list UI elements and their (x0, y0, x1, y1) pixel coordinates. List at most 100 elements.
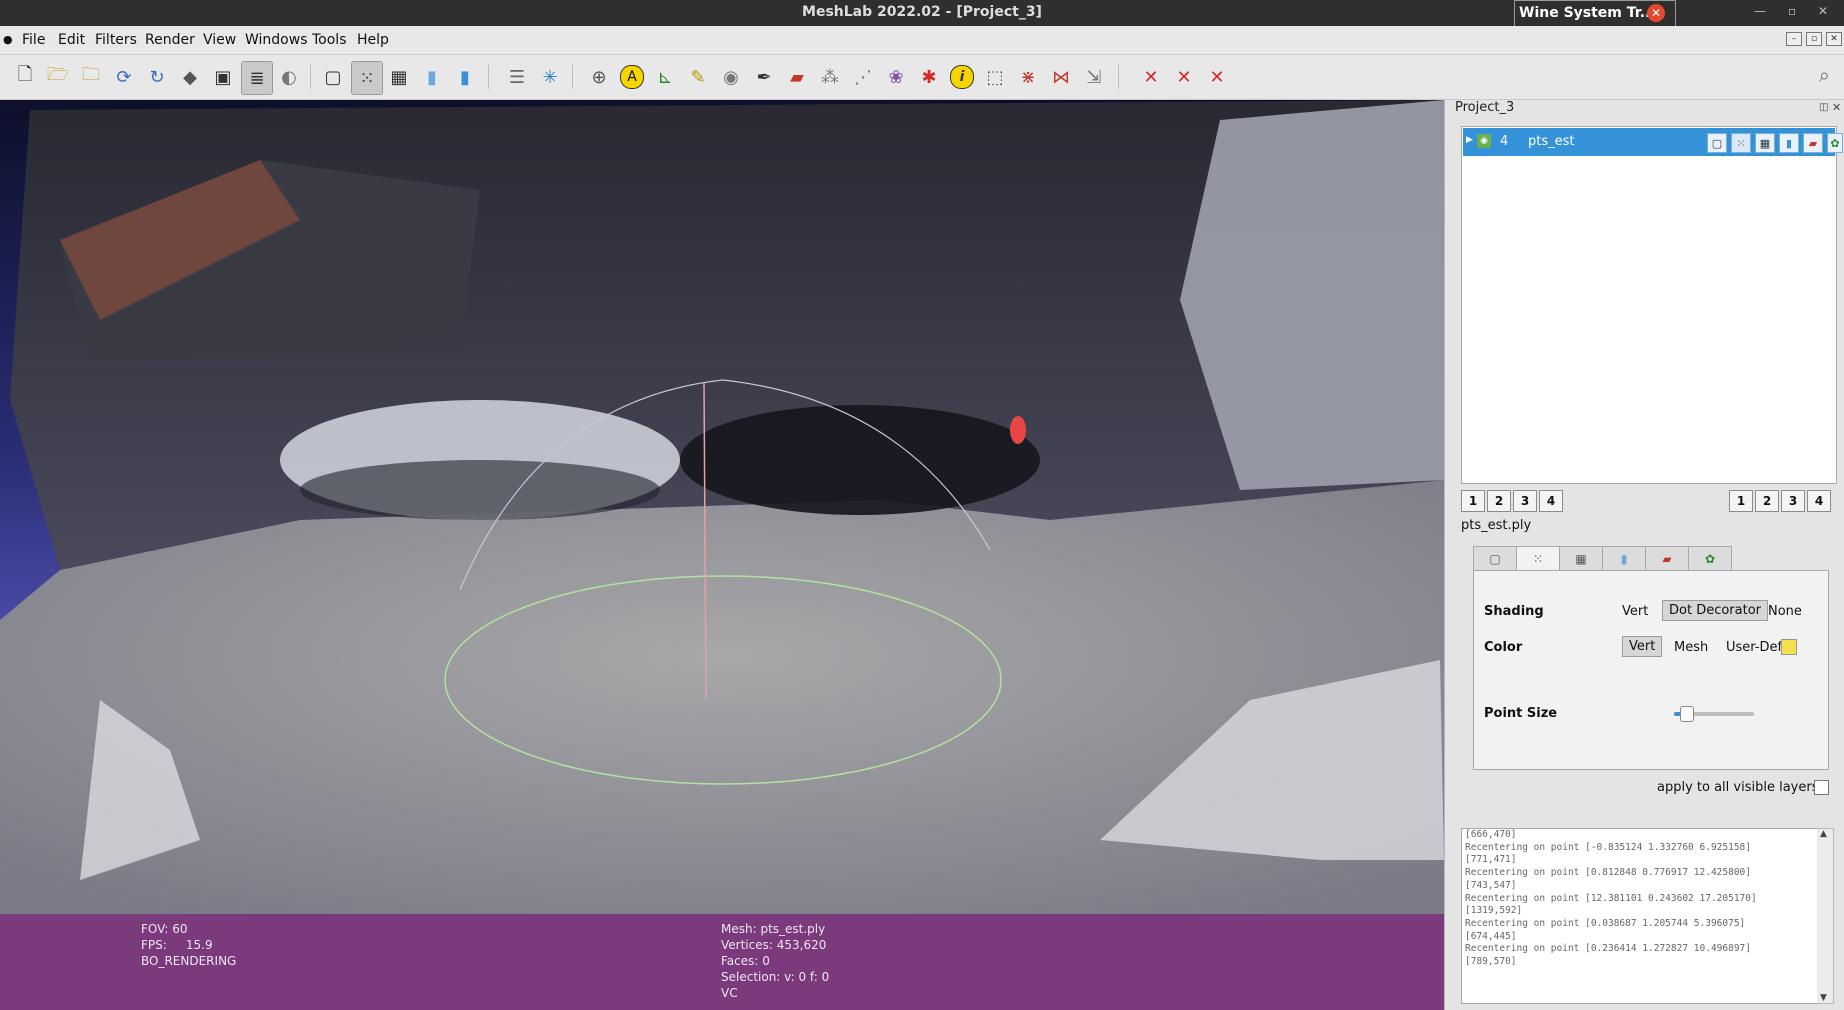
delete-selection-icon[interactable]: ⇲ (1079, 61, 1109, 93)
layer-smooth-icon[interactable]: ▮ (1779, 133, 1799, 153)
menu-filters[interactable]: Filters (95, 32, 137, 48)
delete-red-3-icon[interactable]: ✕ (1202, 61, 1232, 93)
light-icon[interactable]: ✳ (535, 61, 565, 93)
no-entry-icon[interactable]: ✱ (914, 61, 944, 93)
bbox-icon[interactable]: ▢ (318, 61, 348, 93)
open-mesh-icon[interactable]: 🗀 (76, 61, 106, 93)
info-icon[interactable]: i (947, 61, 977, 93)
trackball-icon[interactable]: ⊕ (584, 61, 614, 93)
close-icon[interactable]: ✕ (1647, 4, 1665, 22)
shading-none-option[interactable]: None (1762, 602, 1808, 621)
layer-decorator-icon[interactable]: ✿ (1827, 133, 1843, 153)
color-mesh-option[interactable]: Mesh (1668, 638, 1714, 657)
layers-toggle-icon[interactable]: ◐ (274, 61, 304, 93)
dock-title: Project_3 (1455, 100, 1515, 115)
view-button-left-3[interactable]: 3 (1513, 490, 1537, 512)
menu-edit[interactable]: Edit (58, 32, 85, 48)
layers-icon[interactable]: ≣ (241, 61, 273, 95)
tab-solid[interactable]: ▮ (1602, 546, 1646, 572)
scroll-down-icon[interactable]: ▼ (1820, 993, 1827, 1003)
flat-icon[interactable]: ▮ (417, 61, 447, 93)
delete-vertices-icon[interactable]: ⋇ (1013, 61, 1043, 93)
mdi-restore-icon[interactable]: ▫ (1806, 32, 1822, 46)
expand-arrow-icon[interactable]: ▶ (1466, 135, 1473, 145)
smooth-icon[interactable]: ▮ (450, 61, 480, 93)
point-size-slider[interactable] (1674, 706, 1754, 722)
shading-dot-decorator-option[interactable]: Dot Decorator (1662, 600, 1769, 621)
menu-help[interactable]: Help (357, 32, 389, 48)
user-def-color-swatch[interactable] (1781, 639, 1797, 655)
select-points-icon[interactable]: ⁂ (815, 61, 845, 93)
view-button-left-2[interactable]: 2 (1487, 490, 1511, 512)
tab-decorators[interactable]: ✿ (1688, 546, 1732, 572)
delete-faces-icon[interactable]: ⋈ (1046, 61, 1076, 93)
wine-popup-header: Wine System Tr... ✕ (1515, 1, 1675, 27)
layer-bbox-icon[interactable]: ▢ (1707, 133, 1727, 153)
dock-float-icon[interactable]: ◫ (1819, 102, 1828, 113)
new-project-icon[interactable]: 🗋 (10, 61, 40, 93)
menu-render[interactable]: Render (145, 32, 195, 48)
color-user-def-option[interactable]: User-Def (1720, 638, 1788, 657)
close-window-icon[interactable]: ✕ (1818, 4, 1828, 18)
tab-wireframe[interactable]: ▦ (1559, 546, 1603, 572)
menu-windows[interactable]: Windows (245, 32, 308, 48)
tab-texture[interactable]: ▰ (1645, 546, 1689, 572)
layer-points-icon[interactable]: ⁙ (1731, 133, 1751, 153)
wireframe-icon[interactable]: ▦ (384, 61, 414, 93)
delete-red-1-icon[interactable]: ✕ (1136, 61, 1166, 93)
restore-icon[interactable]: ▫ (1788, 4, 1796, 18)
3d-viewport[interactable] (0, 100, 1444, 914)
view-button-left-1[interactable]: 1 (1461, 490, 1485, 512)
snapshot-icon[interactable]: ▣ (208, 61, 238, 93)
label-icon[interactable]: A (617, 61, 647, 93)
layer-stack-icon[interactable]: ☰ (502, 61, 532, 93)
app-menu-icon[interactable]: ● (3, 33, 13, 46)
view-button-right-2[interactable]: 2 (1755, 490, 1779, 512)
dock-close-icon[interactable]: ✕ (1832, 101, 1841, 114)
log-scrollbar[interactable]: ▲ ▼ (1817, 828, 1834, 1004)
reload-icon[interactable]: ⟳ (109, 61, 139, 93)
save-icon[interactable]: ◆ (175, 61, 205, 93)
view-button-left-4[interactable]: 4 (1539, 490, 1563, 512)
reload-all-icon[interactable]: ↻ (142, 61, 172, 93)
minimize-icon[interactable]: — (1754, 4, 1766, 18)
layer-wireframe-icon[interactable]: ▦ (1755, 133, 1775, 153)
menu-file[interactable]: File (22, 32, 45, 48)
point-size-slider-handle[interactable] (1680, 706, 1694, 722)
mesh-file-name: pts_est.ply (1461, 518, 1532, 533)
select-region-icon[interactable]: ⬚ (980, 61, 1010, 93)
tab-points[interactable]: ⁙ (1516, 546, 1560, 572)
paint-icon[interactable]: ✒ (749, 61, 779, 93)
layer-row[interactable]: ▶ ◉ 4 pts_est ▢ ⁙ ▦ ▮ ▰ ✿ (1463, 128, 1843, 156)
view-button-right-4[interactable]: 4 (1807, 490, 1831, 512)
tab-bbox[interactable]: ▢ (1473, 546, 1517, 572)
scroll-up-icon[interactable]: ▲ (1820, 829, 1827, 839)
wine-popup-title: Wine System Tr... (1519, 5, 1656, 21)
log-line: [1319,592] (1465, 905, 1523, 917)
log-line: Recentering on point [0.812848 0.776917 … (1465, 867, 1751, 879)
shading-vert-option[interactable]: Vert (1616, 602, 1654, 621)
mdi-minimize-icon[interactable]: – (1786, 32, 1802, 46)
main-toolbar: 🗋 🗁 🗀 ⟳ ↻ ◆ ▣ ≣ ◐ ▢ ⁙ ▦ ▮ ▮ ☰ ✳ ⊕ A ⊾ ✎ … (0, 55, 1844, 100)
select-faces-icon[interactable]: ⋰ (848, 61, 878, 93)
menu-view[interactable]: View (203, 32, 236, 48)
apply-all-checkbox[interactable] (1814, 780, 1829, 795)
delete-red-2-icon[interactable]: ✕ (1169, 61, 1199, 93)
axes-icon[interactable]: ⊾ (650, 61, 680, 93)
points-icon[interactable]: ⁙ (351, 61, 383, 95)
layer-texture-icon[interactable]: ▰ (1803, 133, 1823, 153)
view-button-right-1[interactable]: 1 (1729, 490, 1753, 512)
color-vert-option[interactable]: Vert (1622, 636, 1663, 657)
menu-tools[interactable]: Tools (312, 32, 347, 48)
log-line: [666,470] (1465, 829, 1517, 840)
pick-icon[interactable]: ▰ (782, 61, 812, 93)
georef-icon[interactable]: ❀ (881, 61, 911, 93)
view-button-right-3[interactable]: 3 (1781, 490, 1805, 512)
measure-icon[interactable]: ✎ (683, 61, 713, 93)
selection-label: Selection: v: 0 f: 0 (721, 970, 830, 984)
search-icon[interactable]: ⌕ (1819, 63, 1830, 87)
visibility-eye-icon[interactable]: ◉ (1477, 134, 1491, 148)
shader-icon[interactable]: ◉ (716, 61, 746, 93)
mdi-close-icon[interactable]: ✕ (1826, 32, 1842, 46)
open-project-icon[interactable]: 🗁 (43, 61, 73, 93)
